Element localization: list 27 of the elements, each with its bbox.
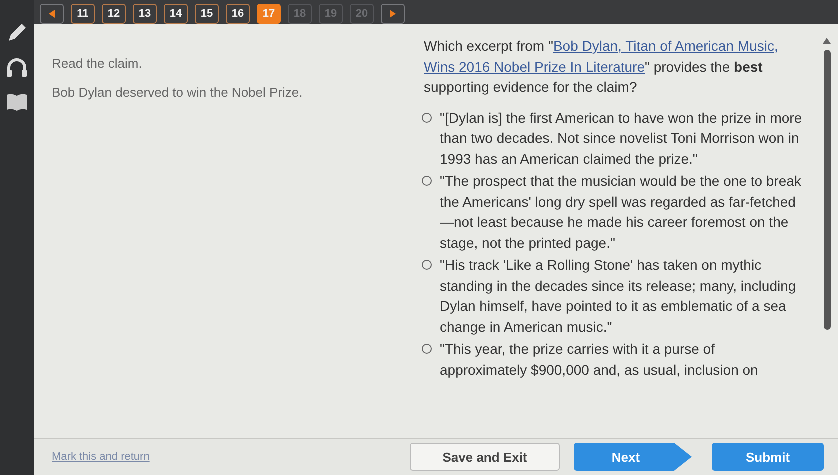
scrollbar-thumb[interactable] xyxy=(824,50,830,330)
question-text: Which excerpt from "Bob Dylan, Titan of American Music, Wins 2016 Nobel Prize In Literature" provides the best supporting evidence for the claim? xyxy=(424,37,780,97)
instruction-text: Read the claim. xyxy=(52,56,144,71)
book-icon[interactable] xyxy=(6,92,28,112)
pencil-icon[interactable] xyxy=(6,22,28,44)
left-triangle-icon xyxy=(49,10,55,18)
claim-text: Bob Dylan deserved to win the Nobel Prize. xyxy=(52,85,304,100)
right-triangle-icon xyxy=(390,10,396,18)
question-number-button[interactable]: 11 xyxy=(71,4,95,24)
answer-option-text: "[Dylan is] the first American to have won the prize in more than two decades. Not since novelist Toni Morrison won in 1993 has an American claimed the prize." xyxy=(440,108,804,169)
radio-button[interactable] xyxy=(422,344,432,354)
answer-option-text: "This year, the prize carries with it a purse of approximately $900,000 and, as usual, inclusion on xyxy=(440,340,760,380)
radio-button[interactable] xyxy=(422,176,432,186)
previous-button[interactable] xyxy=(40,4,64,24)
radio-button[interactable] xyxy=(422,112,432,122)
question-number-button[interactable]: 13 xyxy=(133,4,157,24)
question-number-button[interactable]: 15 xyxy=(195,4,219,24)
headphones-icon[interactable] xyxy=(6,58,28,78)
question-number-button[interactable]: 14 xyxy=(164,4,188,24)
answer-option-text: "His track 'Like a Rolling Stone' has taken on mythic standing in the decades since its release; many, including Dylan himself, have pointed to it as emblematic of a sea change in American music." xyxy=(440,256,798,337)
radio-button[interactable] xyxy=(422,260,432,270)
save-exit-button[interactable]: Save and Exit xyxy=(410,443,560,471)
answer-option-text: "The prospect that the musician would be the one to break the Americans' long dry spell was regarded as far-fetched—not least because he made his career foremost on the stage, not the printed page." xyxy=(440,172,802,253)
next-question-button[interactable] xyxy=(381,4,405,24)
question-number-button[interactable]: 16 xyxy=(226,4,250,24)
question-number-button[interactable]: 12 xyxy=(102,4,126,24)
scroll-up-icon[interactable] xyxy=(823,38,831,44)
